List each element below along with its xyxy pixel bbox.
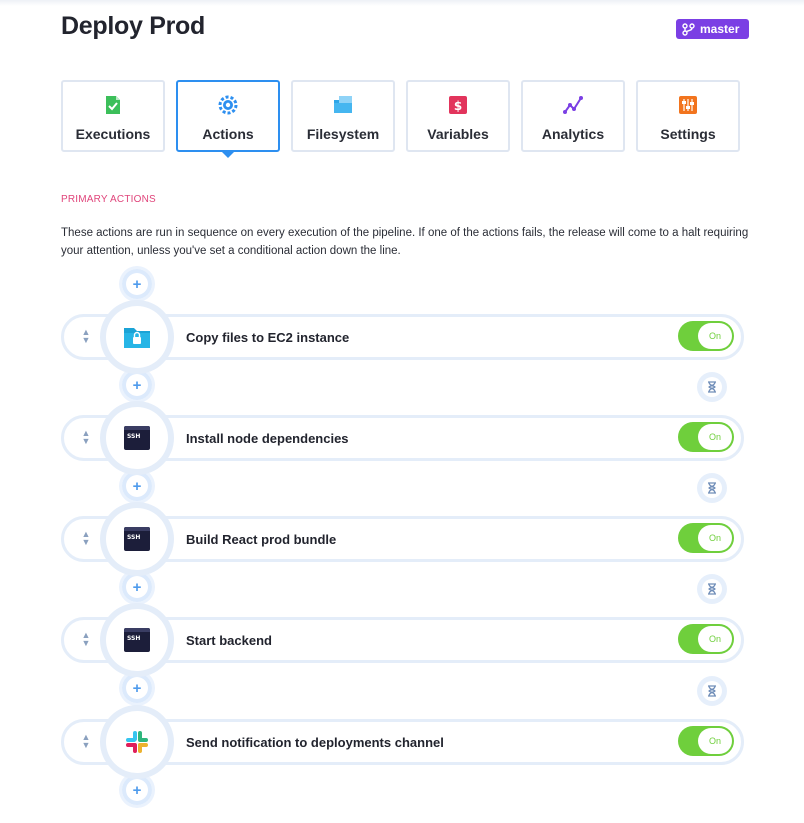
- gear-icon: [218, 95, 238, 115]
- toggle-label: On: [698, 728, 732, 754]
- ssh-terminal-icon: SSH: [124, 628, 150, 652]
- tab-analytics[interactable]: Analytics: [521, 80, 625, 152]
- drag-handle-icon[interactable]: ▲ ▼: [79, 429, 93, 447]
- branch-name: master: [700, 22, 740, 36]
- hourglass-icon: [708, 685, 716, 697]
- svg-text:$: $: [454, 99, 462, 113]
- filesystem-icon: [334, 96, 352, 113]
- action-toggle[interactable]: On: [678, 321, 734, 351]
- add-action-button[interactable]: +: [122, 471, 152, 501]
- add-action-button[interactable]: +: [122, 775, 152, 805]
- variables-icon: $: [449, 96, 467, 114]
- ssh-terminal-icon: SSH: [124, 426, 150, 450]
- hourglass-icon: [708, 583, 716, 595]
- add-wait-button[interactable]: [697, 676, 727, 706]
- action-icon-hub: SSH: [106, 407, 168, 469]
- add-action-button[interactable]: +: [122, 370, 152, 400]
- drag-handle-icon[interactable]: ▲ ▼: [79, 733, 93, 751]
- drag-handle-icon[interactable]: ▲ ▼: [79, 631, 93, 649]
- hourglass-icon: [708, 381, 716, 393]
- toggle-label: On: [698, 323, 732, 349]
- page-title: Deploy Prod: [61, 12, 205, 40]
- action-name: Copy files to EC2 instance: [186, 330, 350, 345]
- add-action-button[interactable]: +: [122, 572, 152, 602]
- hourglass-icon: [708, 482, 716, 494]
- action-icon-hub: [106, 306, 168, 368]
- tab-actions[interactable]: Actions: [176, 80, 280, 158]
- add-wait-button[interactable]: [697, 372, 727, 402]
- tab-label: Settings: [660, 126, 716, 142]
- tab-label: Analytics: [541, 126, 605, 142]
- action-toggle[interactable]: On: [678, 624, 734, 654]
- tab-settings[interactable]: Settings: [636, 80, 740, 152]
- action-icon-hub: [106, 711, 168, 773]
- executions-icon: [106, 96, 120, 114]
- action-name: Start backend: [186, 633, 272, 648]
- active-tab-caret: [222, 152, 234, 158]
- drag-handle-icon[interactable]: ▲ ▼: [79, 328, 93, 346]
- action-toggle[interactable]: On: [678, 523, 734, 553]
- tab-executions[interactable]: Executions: [61, 80, 165, 152]
- top-edge: [0, 0, 804, 6]
- slack-icon: [126, 731, 148, 753]
- toggle-label: On: [698, 424, 732, 450]
- branch-badge[interactable]: master: [676, 19, 750, 39]
- branch-icon: [682, 22, 695, 36]
- toggle-label: On: [698, 525, 732, 551]
- add-wait-button[interactable]: [697, 473, 727, 503]
- section-title: PRIMARY ACTIONS: [61, 194, 156, 205]
- ssh-terminal-icon: SSH: [124, 527, 150, 551]
- action-icon-hub: SSH: [106, 508, 168, 570]
- action-name: Send notification to deployments channel: [186, 735, 444, 750]
- tab-label: Variables: [427, 126, 489, 142]
- tab-filesystem[interactable]: Filesystem: [291, 80, 395, 152]
- action-toggle[interactable]: On: [678, 422, 734, 452]
- analytics-icon: [563, 96, 583, 114]
- action-name: Build React prod bundle: [186, 532, 337, 547]
- sftp-folder-icon: [124, 328, 150, 348]
- action-toggle[interactable]: On: [678, 726, 734, 756]
- add-action-button[interactable]: +: [122, 673, 152, 703]
- tab-variables[interactable]: $ Variables: [406, 80, 510, 152]
- tab-label: Actions: [202, 126, 254, 142]
- tab-label: Filesystem: [306, 126, 380, 142]
- action-icon-hub: SSH: [106, 609, 168, 671]
- add-action-button[interactable]: +: [122, 269, 152, 299]
- drag-handle-icon[interactable]: ▲ ▼: [79, 530, 93, 548]
- tab-bar: Executions Actions Filesystem $ Variable…: [61, 80, 744, 158]
- action-name: Install node dependencies: [186, 431, 349, 446]
- toggle-label: On: [698, 626, 732, 652]
- section-description: These actions are run in sequence on eve…: [61, 227, 749, 257]
- add-wait-button[interactable]: [697, 574, 727, 604]
- tab-label: Executions: [75, 126, 151, 142]
- settings-sliders-icon: [679, 96, 697, 114]
